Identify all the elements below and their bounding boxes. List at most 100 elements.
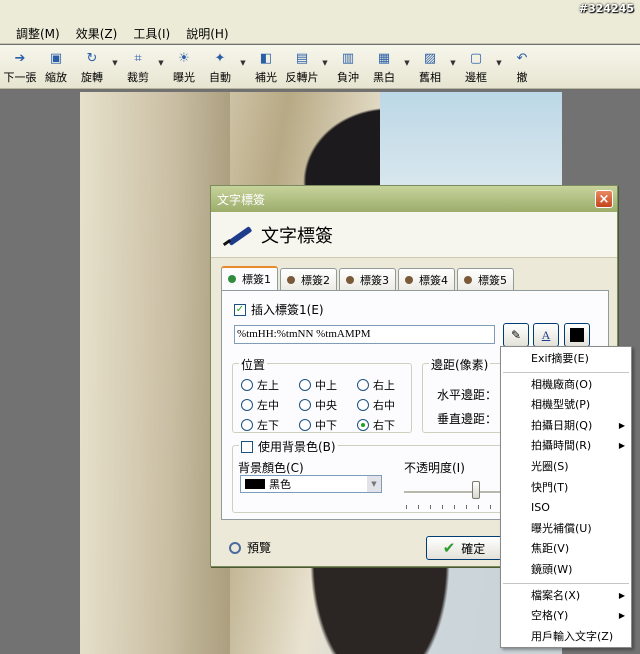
position-label: 位置 bbox=[239, 356, 268, 373]
dialog-heading: 文字標簽 bbox=[261, 225, 333, 247]
tab-label-1[interactable]: 標簽1 bbox=[221, 266, 278, 290]
position-radio-2[interactable]: 右上 bbox=[357, 378, 415, 392]
resize-icon: ▣ bbox=[49, 50, 63, 66]
margin-label: 邊距(像素) bbox=[429, 356, 491, 373]
dropdown-arrow-icon[interactable]: ▼ bbox=[156, 45, 166, 67]
tab-bullet-icon bbox=[346, 275, 354, 284]
toolbar-button-exposure[interactable]: ☀ 曝光 bbox=[166, 45, 202, 85]
text-color-button[interactable] bbox=[564, 323, 590, 347]
menu-item[interactable]: ISO bbox=[501, 498, 631, 519]
toolbar-button-fill-light[interactable]: ◧ 補光 bbox=[248, 45, 284, 85]
menu-item[interactable]: 拍攝時間(R) ▶ bbox=[501, 436, 631, 457]
submenu-arrow-icon: ▶ bbox=[618, 590, 625, 600]
menu-effects[interactable]: 效果(Z) bbox=[68, 25, 126, 43]
menu-item[interactable]: 焦距(V) bbox=[501, 539, 631, 560]
menu-item[interactable]: 鏡頭(W) bbox=[501, 560, 631, 581]
radio-icon bbox=[241, 379, 253, 391]
opacity-label: 不透明度(I) bbox=[404, 461, 465, 475]
toolbar-button-old-photo[interactable]: ▨ 舊相 bbox=[412, 45, 448, 85]
dropdown-arrow-icon[interactable]: ▼ bbox=[494, 45, 504, 67]
text-color-swatch bbox=[570, 328, 584, 342]
toolbar-button-black-white[interactable]: ▦ 黑白 bbox=[366, 45, 402, 85]
dropdown-arrow-icon[interactable]: ▼ bbox=[402, 45, 412, 67]
position-radio-4[interactable]: 中央 bbox=[299, 398, 357, 412]
opacity-slider-track[interactable] bbox=[404, 491, 504, 494]
bg-color-select[interactable]: 黑色 ▼ bbox=[240, 475, 382, 493]
position-radio-0[interactable]: 左上 bbox=[241, 378, 299, 392]
tab-bullet-icon bbox=[228, 275, 236, 283]
opacity-slider-thumb[interactable] bbox=[472, 481, 480, 499]
menu-item[interactable]: 相機型號(P) bbox=[501, 395, 631, 416]
tab-label-3[interactable]: 標簽3 bbox=[339, 268, 396, 290]
submenu-arrow-icon: ▶ bbox=[618, 611, 625, 621]
menu-separator bbox=[503, 371, 629, 373]
menu-item[interactable]: 光圈(S) bbox=[501, 457, 631, 478]
slider-ticks bbox=[406, 505, 502, 509]
frame-icon: ▢ bbox=[469, 50, 483, 66]
vertical-margin-label: 垂直邊距： bbox=[437, 412, 498, 426]
font-button[interactable]: A bbox=[533, 323, 559, 347]
tab-label-2[interactable]: 標簽2 bbox=[280, 268, 337, 290]
toolbar-button-reversal-film[interactable]: ▤ 反轉片 bbox=[284, 45, 320, 85]
toolbar-button-label: 裁剪 bbox=[127, 71, 149, 84]
position-group: 位置 左上 中上 右上左中 中央 右中左下 中下 右下 bbox=[232, 356, 415, 433]
insert-label-checkbox[interactable]: ✓ 插入標簽1(E) bbox=[234, 301, 324, 318]
menu-item[interactable]: 相機廠商(O) bbox=[501, 375, 631, 396]
toolbar: ➔ 下一張 ▣ 縮放 ↻ 旋轉 ▼ ⌗ 裁剪 ▼ ☀ 曝光 ✦ 自動 ▼ ◧ 補光 ▤ 反轉片 ▼ ▥ 負沖 ▦ 黑白 ▼ ▨ 舊相… bbox=[0, 45, 640, 89]
menu-tools[interactable]: 工具(I) bbox=[125, 25, 178, 43]
dropdown-arrow-icon[interactable]: ▼ bbox=[110, 45, 120, 67]
toolbar-button-label: 下一張 bbox=[3, 71, 37, 84]
toolbar-button-rotate[interactable]: ↻ 旋轉 bbox=[74, 45, 110, 85]
toolbar-button-label: 自動 bbox=[209, 71, 231, 84]
dialog-titlebar[interactable]: 文字標簽 bbox=[211, 186, 617, 212]
menu-item[interactable]: 檔案名(X) ▶ bbox=[501, 586, 631, 607]
position-radio-7[interactable]: 中下 bbox=[299, 418, 357, 432]
radio-icon bbox=[357, 379, 369, 391]
menu-help[interactable]: 說明(H) bbox=[178, 25, 236, 43]
menu-item[interactable]: 用戶輸入文字(Z) bbox=[501, 627, 631, 648]
preview-button[interactable]: 預覽 bbox=[229, 539, 271, 556]
watermark-text: #324245 bbox=[578, 2, 634, 15]
menu-item[interactable]: 快門(T) bbox=[501, 478, 631, 499]
menu-bar: 調整(M) 效果(Z) 工具(I) 說明(H) bbox=[0, 24, 640, 44]
toolbar-button-next-arrow[interactable]: ➔ 下一張 bbox=[2, 45, 38, 85]
toolbar-button-label: 曝光 bbox=[173, 71, 195, 84]
toolbar-button-undo[interactable]: ↶ 撤 bbox=[504, 45, 540, 85]
menu-item[interactable]: 拍攝日期(Q) ▶ bbox=[501, 416, 631, 437]
toolbar-button-auto-fix[interactable]: ✦ 自動 bbox=[202, 45, 238, 85]
position-radio-8[interactable]: 右下 bbox=[357, 418, 415, 432]
position-radio-5[interactable]: 右中 bbox=[357, 398, 415, 412]
ok-button[interactable]: ✔ 確定 bbox=[426, 536, 502, 560]
tab-bullet-icon bbox=[464, 275, 472, 284]
label-format-input[interactable]: %tmHH:%tmNN %tmAMPM bbox=[234, 325, 495, 344]
dropdown-arrow-icon[interactable]: ▼ bbox=[320, 45, 330, 67]
radio-icon bbox=[241, 399, 253, 411]
tab-bullet-icon bbox=[287, 275, 295, 284]
position-radio-grid: 左上 中上 右上左中 中央 右中左下 中下 右下 bbox=[241, 378, 415, 432]
crop-icon: ⌗ bbox=[134, 50, 142, 66]
toolbar-button-resize[interactable]: ▣ 縮放 bbox=[38, 45, 74, 85]
toolbar-button-frame[interactable]: ▢ 邊框 bbox=[458, 45, 494, 85]
tab-label-4[interactable]: 標簽4 bbox=[398, 268, 455, 290]
dropdown-arrow-icon[interactable]: ▼ bbox=[238, 45, 248, 67]
font-icon: A bbox=[541, 327, 551, 342]
menu-item[interactable]: 曝光補償(U) bbox=[501, 519, 631, 540]
use-bg-checkbox[interactable]: 使用背景色(B) bbox=[239, 438, 338, 455]
toolbar-button-negative-process[interactable]: ▥ 負沖 bbox=[330, 45, 366, 85]
position-radio-1[interactable]: 中上 bbox=[299, 378, 357, 392]
submenu-arrow-icon: ▶ bbox=[618, 420, 625, 430]
menu-item[interactable]: 空格(Y) ▶ bbox=[501, 606, 631, 627]
checkbox-checked-icon: ✓ bbox=[234, 303, 246, 316]
dialog-header: 文字標簽 bbox=[211, 212, 617, 258]
close-button[interactable]: × bbox=[595, 190, 613, 208]
dropdown-arrow-icon[interactable]: ▼ bbox=[448, 45, 458, 67]
toolbar-button-crop[interactable]: ⌗ 裁剪 bbox=[120, 45, 156, 85]
position-radio-3[interactable]: 左中 bbox=[241, 398, 299, 412]
position-radio-6[interactable]: 左下 bbox=[241, 418, 299, 432]
tab-label-5[interactable]: 標簽5 bbox=[457, 268, 514, 290]
menu-item[interactable]: Exif摘要(E) bbox=[501, 349, 631, 370]
toolbar-button-label: 負沖 bbox=[337, 71, 359, 84]
menu-adjust[interactable]: 調整(M) bbox=[8, 25, 68, 43]
toolbar-button-label: 旋轉 bbox=[81, 71, 103, 84]
insert-field-button[interactable]: ✎ bbox=[503, 323, 529, 347]
